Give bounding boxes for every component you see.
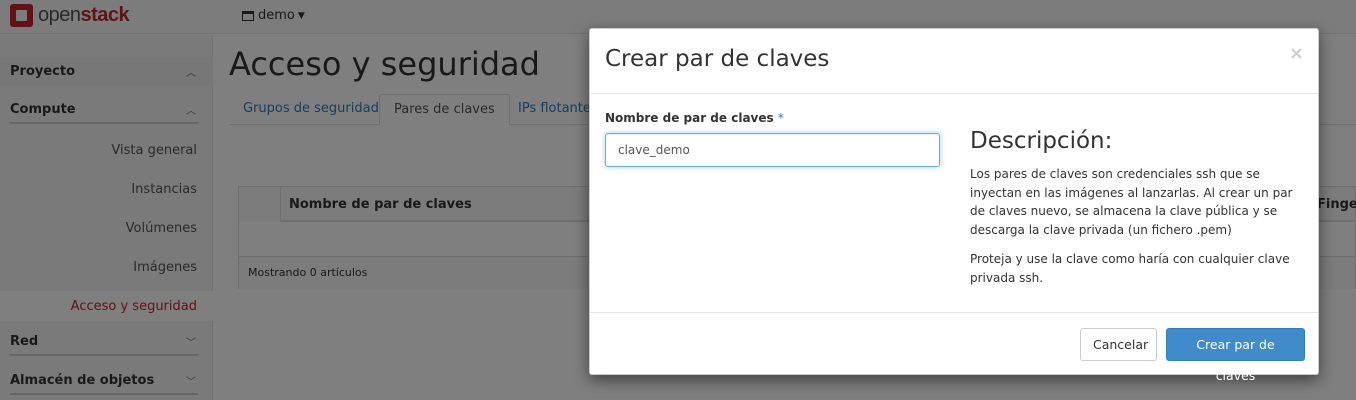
keypair-name-input[interactable] [605, 133, 940, 167]
close-icon[interactable]: × [1289, 43, 1304, 64]
description-heading: Descripción: [970, 128, 1113, 154]
required-marker: * [777, 111, 784, 125]
modal-title: Crear par de claves [605, 46, 830, 72]
modal-footer: Cancelar Crear par de claves [590, 312, 1318, 383]
modal-header: Crear par de claves × [590, 29, 1318, 94]
cancel-button[interactable]: Cancelar [1080, 328, 1157, 361]
create-keypair-modal: Crear par de claves × Nombre de par de c… [589, 28, 1319, 383]
description-paragraph: Los pares de claves son credenciales ssh… [970, 167, 1293, 237]
description-paragraph: Proteja y use la clave como haría con cu… [970, 252, 1290, 285]
keypair-name-label: Nombre de par de claves * [605, 111, 784, 125]
create-keypair-button[interactable]: Crear par de claves [1166, 328, 1305, 383]
